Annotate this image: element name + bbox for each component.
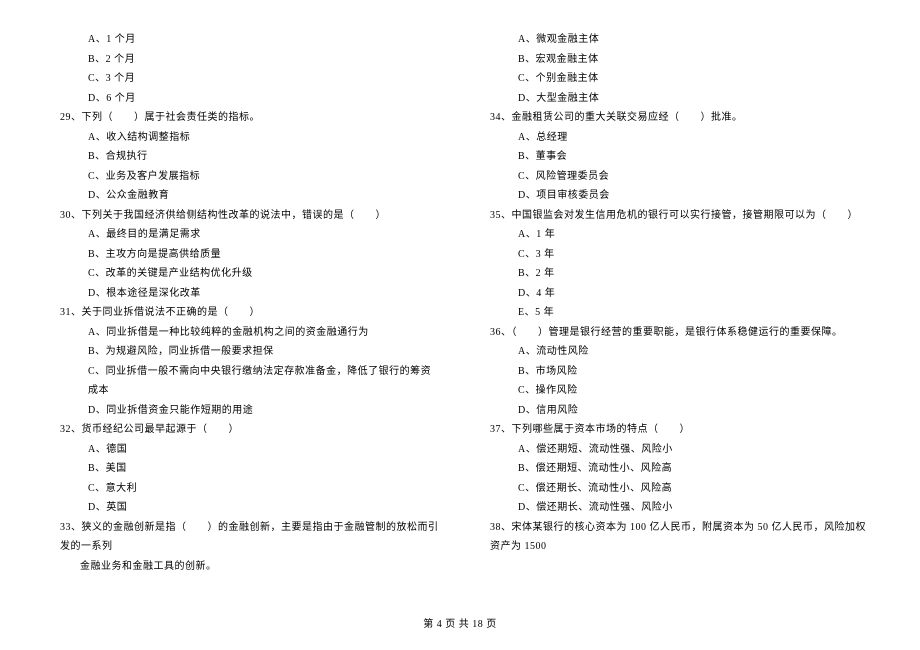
q29-stem: 29、下列（ ）属于社会责任类的指标。 [50,108,440,128]
q30-option-d: D、根本途径是深化改革 [50,284,440,304]
q37-option-b: B、偿还期短、流动性小、风险高 [480,459,870,479]
q29-option-b: B、合规执行 [50,147,440,167]
q33-option-c: C、个别金融主体 [480,69,870,89]
q31-option-a: A、同业拆借是一种比较纯粹的金融机构之间的资金融通行为 [50,323,440,343]
q29-option-d: D、公众金融教育 [50,186,440,206]
q33-option-a: A、微观金融主体 [480,30,870,50]
q32-option-a: A、德国 [50,440,440,460]
left-column: A、1 个月 B、2 个月 C、3 个月 D、6 个月 29、下列（ ）属于社会… [50,30,440,576]
q33-stem-line1: 33、狭义的金融创新是指（ ）的金融创新，主要是指由于金融管制的放松而引发的一系… [50,518,440,557]
q37-option-d: D、偿还期长、流动性强、风险小 [480,498,870,518]
q28-option-d: D、6 个月 [50,89,440,109]
q38-stem: 38、宋体某银行的核心资本为 100 亿人民币，附属资本为 50 亿人民币，风险… [480,518,870,557]
q37-stem: 37、下列哪些属于资本市场的特点（ ） [480,420,870,440]
right-column: A、微观金融主体 B、宏观金融主体 C、个别金融主体 D、大型金融主体 34、金… [480,30,870,576]
q35-option-e: E、5 年 [480,303,870,323]
q37-option-a: A、偿还期短、流动性强、风险小 [480,440,870,460]
q30-option-a: A、最终目的是满足需求 [50,225,440,245]
q35-stem: 35、中国银监会对发生信用危机的银行可以实行接管，接管期限可以为（ ） [480,206,870,226]
q36-stem: 36、（ ）管理是银行经营的重要职能，是银行体系稳健运行的重要保障。 [480,323,870,343]
q28-option-c: C、3 个月 [50,69,440,89]
q32-option-b: B、美国 [50,459,440,479]
q28-option-b: B、2 个月 [50,50,440,70]
q34-stem: 34、金融租赁公司的重大关联交易应经（ ）批准。 [480,108,870,128]
q30-stem: 30、下列关于我国经济供给侧结构性改革的说法中，错误的是（ ） [50,206,440,226]
q31-option-b: B、为规避风险，同业拆借一般要求担保 [50,342,440,362]
q30-option-b: B、主攻方向是提高供给质量 [50,245,440,265]
q34-option-b: B、董事会 [480,147,870,167]
q33-option-d: D、大型金融主体 [480,89,870,109]
exam-page: A、1 个月 B、2 个月 C、3 个月 D、6 个月 29、下列（ ）属于社会… [0,0,920,596]
q29-option-a: A、收入结构调整指标 [50,128,440,148]
q36-option-d: D、信用风险 [480,401,870,421]
q36-option-a: A、流动性风险 [480,342,870,362]
q32-option-c: C、意大利 [50,479,440,499]
q35-option-a: A、1 年 [480,225,870,245]
q31-option-d: D、同业拆借资金只能作短期的用途 [50,401,440,421]
q35-option-d: D、4 年 [480,284,870,304]
q30-option-c: C、改革的关键是产业结构优化升级 [50,264,440,284]
q32-option-d: D、英国 [50,498,440,518]
q33-stem-line2: 金融业务和金融工具的创新。 [50,557,440,577]
q34-option-a: A、总经理 [480,128,870,148]
q32-stem: 32、货币经纪公司最早起源于（ ） [50,420,440,440]
q36-option-b: B、市场风险 [480,362,870,382]
q35-option-c: C、3 年 [480,245,870,265]
q35-option-b: B、2 年 [480,264,870,284]
q33-option-b: B、宏观金融主体 [480,50,870,70]
q29-option-c: C、业务及客户发展指标 [50,167,440,187]
q31-option-c: C、同业拆借一般不需向中央银行缴纳法定存款准备金，降低了银行的筹资成本 [50,362,440,401]
page-footer: 第 4 页 共 18 页 [0,615,920,630]
q28-option-a: A、1 个月 [50,30,440,50]
q37-option-c: C、偿还期长、流动性小、风险高 [480,479,870,499]
q34-option-d: D、项目审核委员会 [480,186,870,206]
q31-stem: 31、关于同业拆借说法不正确的是（ ） [50,303,440,323]
q34-option-c: C、风险管理委员会 [480,167,870,187]
q36-option-c: C、操作风险 [480,381,870,401]
